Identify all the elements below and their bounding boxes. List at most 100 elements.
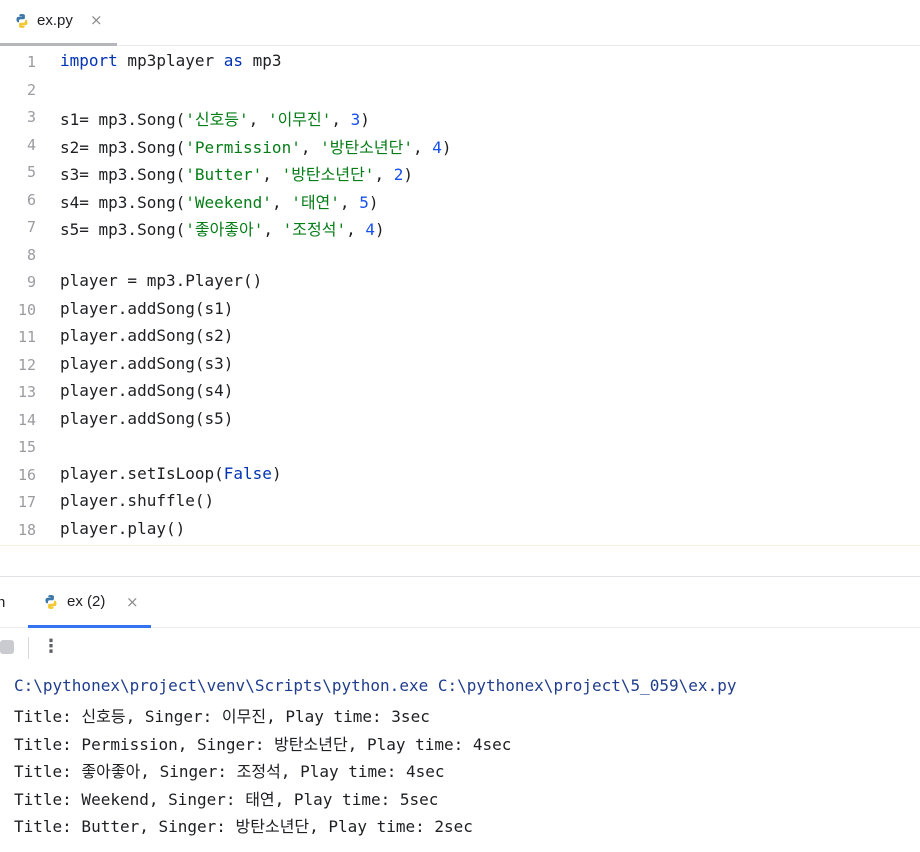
code-token: player.setIsLoop(	[60, 463, 224, 483]
code-line: player.addSong(s2)	[60, 326, 233, 345]
code-token: ,	[262, 165, 282, 184]
code-token: )	[403, 165, 413, 184]
code-token: s1= mp3.Song(	[60, 110, 186, 129]
string-token: '좋아좋아'	[185, 220, 264, 239]
code-editor[interactable]: 1 2 3 4 5 6 7 8 9 10 11 12 13 14 15 16 17 18 import mp3pl…	[0, 46, 920, 545]
keyword-token: import	[60, 51, 118, 70]
more-options-icon[interactable]: ⋮	[42, 638, 60, 656]
line-number: 3	[26, 108, 36, 126]
code-token: player.addSong(s2)	[60, 326, 234, 345]
number-token: 4	[365, 220, 375, 239]
code-line: s2= mp3.Song('Permission', '방탄소년단', 4)	[60, 134, 452, 158]
line-number: 4	[26, 135, 36, 154]
code-token: s2= mp3.Song(	[60, 137, 186, 157]
code-token: ,	[346, 220, 366, 239]
code-line: import mp3player as mp3	[60, 51, 282, 70]
line-number: 13	[17, 383, 36, 401]
code-token: player = mp3.Player()	[60, 271, 263, 290]
tab-run-ex-2[interactable]: ex (2) ×	[28, 577, 151, 628]
code-token: player.addSong(s3)	[60, 353, 234, 373]
code-token: player.addSong(s4)	[60, 381, 234, 400]
toolbar-separator	[28, 637, 29, 659]
line-number: 2	[26, 80, 36, 99]
console-line: Title: 좋아좋아, Singer: 조정석, Play time: 4se…	[14, 762, 445, 781]
line-number: 17	[17, 493, 36, 511]
console-output[interactable]: C:\pythonex\project\venv\Scripts\python.…	[0, 670, 920, 852]
console-line: Title: 신호등, Singer: 이무진, Play time: 3sec	[14, 707, 430, 726]
code-line: player.addSong(s1)	[60, 299, 233, 318]
code-token: )	[375, 220, 385, 239]
code-token: ,	[248, 110, 268, 129]
line-number: 9	[26, 273, 36, 291]
console-line: Title: Butter, Singer: 방탄소년단, Play time:…	[14, 817, 473, 836]
line-number: 7	[26, 218, 36, 236]
code-token: )	[360, 110, 370, 129]
code-line: player.addSong(s4)	[60, 381, 233, 400]
number-token: 4	[432, 137, 442, 157]
line-number-gutter: 1 2 3 4 5 6 7 8 9 10 11 12 13 14 15 16 17 18	[0, 46, 44, 545]
number-token: 2	[393, 165, 404, 184]
number-token: 5	[359, 192, 369, 212]
string-token: '태연'	[291, 192, 340, 212]
tab-close-icon[interactable]: ×	[90, 11, 103, 29]
code-token: ,	[412, 137, 433, 157]
tab-label: ex.py	[37, 12, 73, 29]
code-token: player.play()	[60, 518, 186, 538]
code-token: ,	[331, 110, 351, 129]
run-toolbar: ⋮	[0, 628, 920, 668]
string-token: '이무진'	[267, 110, 332, 129]
code-token: mp3player	[117, 51, 224, 70]
code-token: ,	[374, 165, 394, 184]
python-icon	[45, 595, 57, 609]
run-panel-header: n ex (2) ×	[0, 577, 920, 628]
code-token: ,	[300, 137, 321, 157]
code-token: ,	[263, 220, 283, 239]
code-line: s3= mp3.Song('Butter', '방탄소년단', 2)	[60, 161, 413, 185]
code-line: s1= mp3.Song('신호등', '이무진', 3)	[60, 106, 370, 130]
number-token: 3	[350, 110, 361, 129]
code-token: s5= mp3.Song(	[60, 220, 186, 239]
string-token: '신호등'	[185, 110, 249, 129]
stop-icon[interactable]	[0, 640, 14, 654]
code-token: )	[368, 192, 379, 212]
code-token: )	[271, 463, 282, 483]
string-token: 'Butter'	[185, 165, 263, 184]
editor-bottom-border	[0, 545, 920, 546]
keyword-token: as	[223, 51, 244, 70]
console-command-line: C:\pythonex\project\venv\Scripts\python.…	[14, 676, 737, 695]
line-number: 1	[26, 53, 36, 71]
line-number: 6	[26, 190, 36, 209]
editor-tab-bar: ex.py ×	[0, 0, 920, 46]
code-line: s5= mp3.Song('좋아좋아', '조정석', 4)	[60, 216, 385, 240]
code-line: player.shuffle()	[60, 491, 214, 510]
line-number: 11	[17, 328, 36, 346]
line-number: 16	[17, 465, 36, 484]
console-line: Title: Permission, Singer: 방탄소년단, Play t…	[14, 735, 512, 754]
code-token: mp3	[243, 51, 282, 70]
code-token: )	[441, 137, 452, 157]
line-number: 18	[17, 520, 36, 539]
code-line: s4= mp3.Song('Weekend', '태연', 5)	[60, 189, 378, 213]
line-number: 14	[17, 410, 36, 429]
code-line: player.setIsLoop(False)	[60, 464, 282, 483]
console-line: Title: Weekend, Singer: 태연, Play time: 5…	[14, 790, 439, 809]
string-token: 'Weekend'	[185, 192, 272, 212]
line-number: 12	[17, 355, 36, 374]
line-number: 15	[17, 438, 36, 456]
code-token: ,	[271, 192, 292, 212]
keyword-token: False	[223, 463, 272, 483]
code-token: player.shuffle()	[60, 491, 215, 510]
tab-ex-py[interactable]: ex.py ×	[0, 0, 117, 46]
string-token: '조정석'	[282, 220, 347, 239]
run-panel-title: n	[0, 594, 6, 611]
code-line: player.addSong(s3)	[60, 354, 233, 373]
code-token: s4= mp3.Song(	[60, 192, 186, 212]
string-token: '방탄소년단'	[281, 165, 375, 184]
string-token: 'Permission'	[185, 137, 301, 157]
line-number: 5	[26, 163, 36, 181]
run-tab-close-icon[interactable]: ×	[126, 593, 139, 611]
code-line: player = mp3.Player()	[60, 271, 262, 290]
code-token: player.addSong(s5)	[60, 408, 234, 428]
string-token: '방탄소년단'	[320, 137, 413, 157]
run-tab-label: ex (2)	[67, 593, 106, 610]
